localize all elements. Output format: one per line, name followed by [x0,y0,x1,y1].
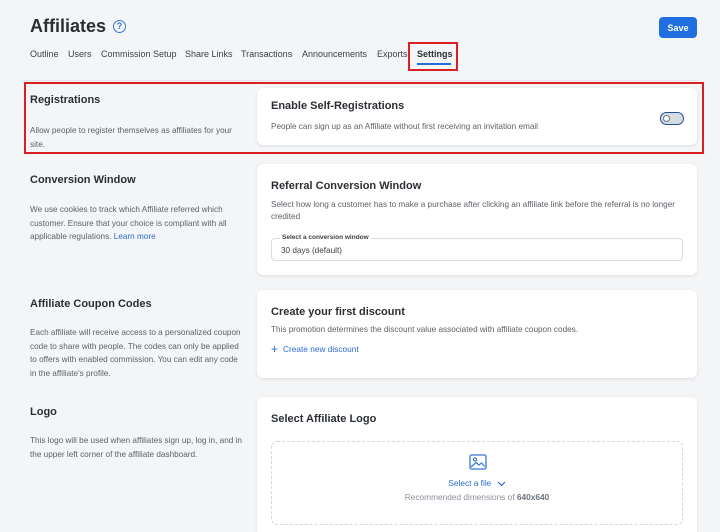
logo-description: This logo will be used when affiliates s… [30,436,242,459]
logo-upload-dropzone[interactable]: Select a file Recommended dimensions of … [271,441,683,525]
image-icon [469,454,487,470]
logo-title: Logo [30,406,57,418]
create-new-discount-label: Create new discount [283,344,359,354]
tabs-divider [22,80,698,81]
conversion-window-select-label: Select a conversion window [280,234,371,241]
enable-self-registrations-title: Enable Self-Registrations [271,100,405,112]
tab-exports[interactable]: Exports [377,49,408,59]
tab-transactions[interactable]: Transactions [241,49,292,59]
active-tab-indicator [417,63,451,65]
select-file-label: Select a file [448,478,492,488]
conversion-window-select-value: 30 days (default) [281,246,342,255]
referral-conversion-window-title: Referral Conversion Window [271,180,422,192]
page-header: Affiliates ? [30,16,127,37]
enable-self-registrations-description: People can sign up as an Affiliate witho… [271,122,539,131]
logo-card: Select Affiliate Logo Select a file Reco… [257,397,697,532]
registrations-card: Enable Self-Registrations People can sig… [257,88,697,145]
conversion-window-description: We use cookies to track which Affiliate … [30,203,242,244]
coupon-codes-title: Affiliate Coupon Codes [30,298,152,310]
save-button[interactable]: Save [659,17,697,38]
tab-announcements[interactable]: Announcements [302,49,367,59]
conversion-window-select[interactable]: Select a conversion window 30 days (defa… [271,234,683,261]
chevron-down-icon [497,481,506,487]
recommended-dimensions-prefix: Recommended dimensions of [404,492,515,502]
create-new-discount-link[interactable]: + Create new discount [271,342,359,356]
select-file-button[interactable]: Select a file [272,478,682,488]
referral-conversion-window-description: Select how long a customer has to make a… [271,200,675,221]
create-first-discount-title: Create your first discount [271,306,405,318]
create-first-discount-description: This promotion determines the discount v… [271,325,579,334]
registrations-title: Registrations [30,94,101,106]
recommended-dimensions-value: 640x640 [516,492,550,502]
tab-outline[interactable]: Outline [30,49,59,59]
page-title: Affiliates [30,16,107,36]
toggle-knob [663,114,670,122]
conversion-window-title: Conversion Window [30,174,136,186]
self-registration-toggle[interactable] [660,112,684,125]
discount-card: Create your first discount This promotio… [257,290,697,378]
select-affiliate-logo-title: Select Affiliate Logo [271,413,377,425]
recommended-dimensions: Recommended dimensions of 640x640 [272,492,682,502]
tab-share-links[interactable]: Share Links [185,49,233,59]
learn-more-link[interactable]: Learn more [114,232,156,241]
tab-users[interactable]: Users [68,49,92,59]
coupon-codes-description: Each affiliate will receive access to a … [30,328,241,378]
registrations-description: Allow people to register themselves as a… [30,126,232,149]
tab-commission-setup[interactable]: Commission Setup [101,49,177,59]
question-circle-icon[interactable]: ? [113,20,127,33]
conversion-window-card: Referral Conversion Window Select how lo… [257,164,697,275]
tab-settings[interactable]: Settings [417,49,453,59]
plus-icon: + [271,342,279,356]
